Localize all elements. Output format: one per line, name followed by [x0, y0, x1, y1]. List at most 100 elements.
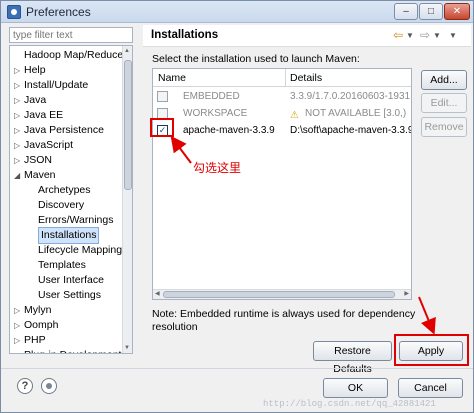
title-bar[interactable]: Preferences – □ ✕ — [1, 1, 473, 23]
installation-name: apache-maven-3.3.9 — [183, 125, 275, 136]
tree-item-label: Archetypes — [38, 184, 91, 196]
tree-item[interactable]: ▷ JSON — [10, 153, 122, 168]
collapsed-arrow-icon[interactable]: ▷ — [14, 63, 24, 78]
add-button[interactable]: Add... — [421, 70, 467, 90]
scroll-right-icon[interactable]: ▶ — [404, 290, 409, 299]
installation-details: NOT AVAILABLE [3.0,) — [305, 108, 407, 119]
preferences-window: Preferences – □ ✕ Hadoop Map/Reduce▷Help… — [0, 0, 474, 413]
collapsed-arrow-icon[interactable]: ▷ — [14, 303, 24, 318]
tree-scrollbar-thumb[interactable] — [124, 60, 132, 190]
collapsed-arrow-icon[interactable]: ▷ — [14, 333, 24, 348]
tree-item[interactable]: Archetypes — [10, 183, 122, 198]
tree-item[interactable]: ▷ Java EE — [10, 108, 122, 123]
view-menu-icon[interactable]: ▼ — [449, 31, 457, 40]
cancel-button[interactable]: Cancel — [398, 378, 463, 398]
collapsed-arrow-icon[interactable]: ▷ — [14, 78, 24, 93]
table-row[interactable]: EMBEDDED 3.3.9/1.7.0.20160603-1931 — [153, 88, 411, 105]
tree-item-label: Errors/Warnings — [38, 214, 114, 226]
tree-item[interactable]: ◢ Maven — [10, 168, 122, 183]
tree-item[interactable]: Lifecycle Mapping — [10, 243, 122, 258]
table-header: Name Details — [153, 69, 411, 87]
tree-item[interactable]: User Interface — [10, 273, 122, 288]
annotation-text: 勾选这里 — [193, 161, 242, 175]
tree-item[interactable]: Installations — [10, 227, 122, 244]
tree-item[interactable]: ▷ JavaScript — [10, 138, 122, 153]
tree-item-label: Installations — [38, 227, 100, 244]
preference-tree[interactable]: Hadoop Map/Reduce ▷ Help ▷ Install/Update ▷ Ja… — [9, 45, 133, 354]
table-scrollbar-thumb[interactable] — [163, 291, 395, 298]
forward-dropdown-icon[interactable]: ▼ — [433, 31, 441, 40]
tree-item[interactable]: Errors/Warnings — [10, 213, 122, 228]
tree-item-label: Java EE — [24, 109, 64, 121]
watermark: http://blog.csdn.net/qq_42881421 — [263, 399, 436, 409]
edit-button[interactable]: Edit... — [421, 93, 467, 113]
tree-item-label: Java — [24, 94, 47, 106]
tree-item[interactable]: ▷ Help — [10, 63, 122, 78]
filter-input[interactable] — [9, 27, 133, 43]
close-button[interactable]: ✕ — [444, 3, 470, 20]
column-name-header[interactable]: Name — [158, 72, 186, 84]
maximize-button[interactable]: □ — [419, 3, 443, 20]
installation-details: D:\soft\apache-maven-3.3.9 — [290, 125, 412, 136]
back-arrow-icon[interactable]: ⇦ — [393, 28, 403, 42]
installation-name: WORKSPACE — [183, 108, 248, 119]
apply-highlight-box — [394, 334, 469, 366]
tree-item[interactable]: ▷ PHP — [10, 333, 122, 348]
tree-item-label: Help — [24, 64, 46, 76]
tree-item-label: Install/Update — [24, 79, 89, 91]
tree-item-label: Discovery — [38, 199, 85, 211]
tree-item[interactable]: ▷ Oomph — [10, 318, 122, 333]
expanded-arrow-icon[interactable]: ◢ — [14, 168, 24, 183]
tree-item[interactable]: ▷ Java — [10, 93, 122, 108]
back-dropdown-icon[interactable]: ▼ — [406, 31, 414, 40]
collapsed-arrow-icon[interactable]: ▷ — [14, 108, 24, 123]
tree-item-label: Oomph — [24, 319, 59, 331]
scroll-up-icon[interactable]: ▲ — [124, 48, 130, 54]
tree-item-label: Templates — [38, 259, 86, 271]
remove-button[interactable]: Remove — [421, 117, 467, 137]
tree-item[interactable]: User Settings — [10, 288, 122, 303]
tree-item[interactable]: ▷Plug-in Development — [10, 348, 122, 353]
tree-item[interactable]: Templates — [10, 258, 122, 273]
checkbox-highlight-box — [150, 118, 174, 137]
tree-item[interactable]: ▷ Java Persistence — [10, 123, 122, 138]
footer-divider — [1, 368, 473, 369]
tree-item-label: Java Persistence — [24, 124, 104, 136]
import-export-icon[interactable] — [41, 378, 57, 394]
tree-item[interactable]: ▷ Mylyn — [10, 303, 122, 318]
tree-scrollbar[interactable]: ▲ ▼ — [122, 46, 132, 353]
minimize-button[interactable]: – — [394, 3, 418, 20]
help-icon[interactable]: ? — [17, 378, 33, 394]
tree-item[interactable]: Hadoop Map/Reduce — [10, 48, 123, 63]
installations-table[interactable]: Name Details EMBEDDED 3.3.9/1.7.0.201606… — [152, 68, 412, 300]
column-details-header[interactable]: Details — [290, 72, 322, 84]
tree-item-label: Maven — [24, 169, 56, 181]
scroll-left-icon[interactable]: ◀ — [155, 290, 160, 299]
collapsed-arrow-icon[interactable]: ▷ — [14, 348, 24, 353]
table-row[interactable]: WORKSPACE ⚠ NOT AVAILABLE [3.0,) — [153, 105, 411, 122]
page-header: Installations ⇦ ▼ ⇨ ▼ ▼ — [143, 25, 471, 47]
table-row[interactable]: ✓ apache-maven-3.3.9 D:\soft\apache-mave… — [153, 122, 411, 139]
column-divider[interactable] — [285, 69, 286, 87]
restore-defaults-button[interactable]: Restore Defaults — [313, 341, 392, 375]
collapsed-arrow-icon[interactable]: ▷ — [14, 153, 24, 168]
forward-arrow-icon[interactable]: ⇨ — [420, 28, 430, 42]
scroll-down-icon[interactable]: ▼ — [124, 345, 130, 351]
row-checkbox[interactable] — [157, 91, 168, 102]
window-title: Preferences — [26, 5, 91, 19]
tree-item-label: Mylyn — [24, 304, 52, 316]
tree-item[interactable]: ▷ Install/Update — [10, 78, 122, 93]
installation-details: 3.3.9/1.7.0.20160603-1931 — [290, 91, 411, 102]
ok-button[interactable]: OK — [323, 378, 388, 398]
collapsed-arrow-icon[interactable]: ▷ — [14, 123, 24, 138]
table-horizontal-scrollbar[interactable]: ◀ ▶ — [153, 289, 411, 299]
page-title: Installations — [151, 29, 219, 41]
tree-item[interactable]: Discovery — [10, 198, 122, 213]
collapsed-arrow-icon[interactable]: ▷ — [14, 138, 24, 153]
eclipse-app-icon — [7, 5, 21, 19]
tree-item-label: User Settings — [38, 289, 102, 301]
collapsed-arrow-icon[interactable]: ▷ — [14, 93, 24, 108]
collapsed-arrow-icon[interactable]: ▷ — [14, 318, 24, 333]
tree-item-label: Lifecycle Mapping — [38, 244, 123, 256]
note-text: Note: Embedded runtime is always used fo… — [152, 308, 416, 333]
